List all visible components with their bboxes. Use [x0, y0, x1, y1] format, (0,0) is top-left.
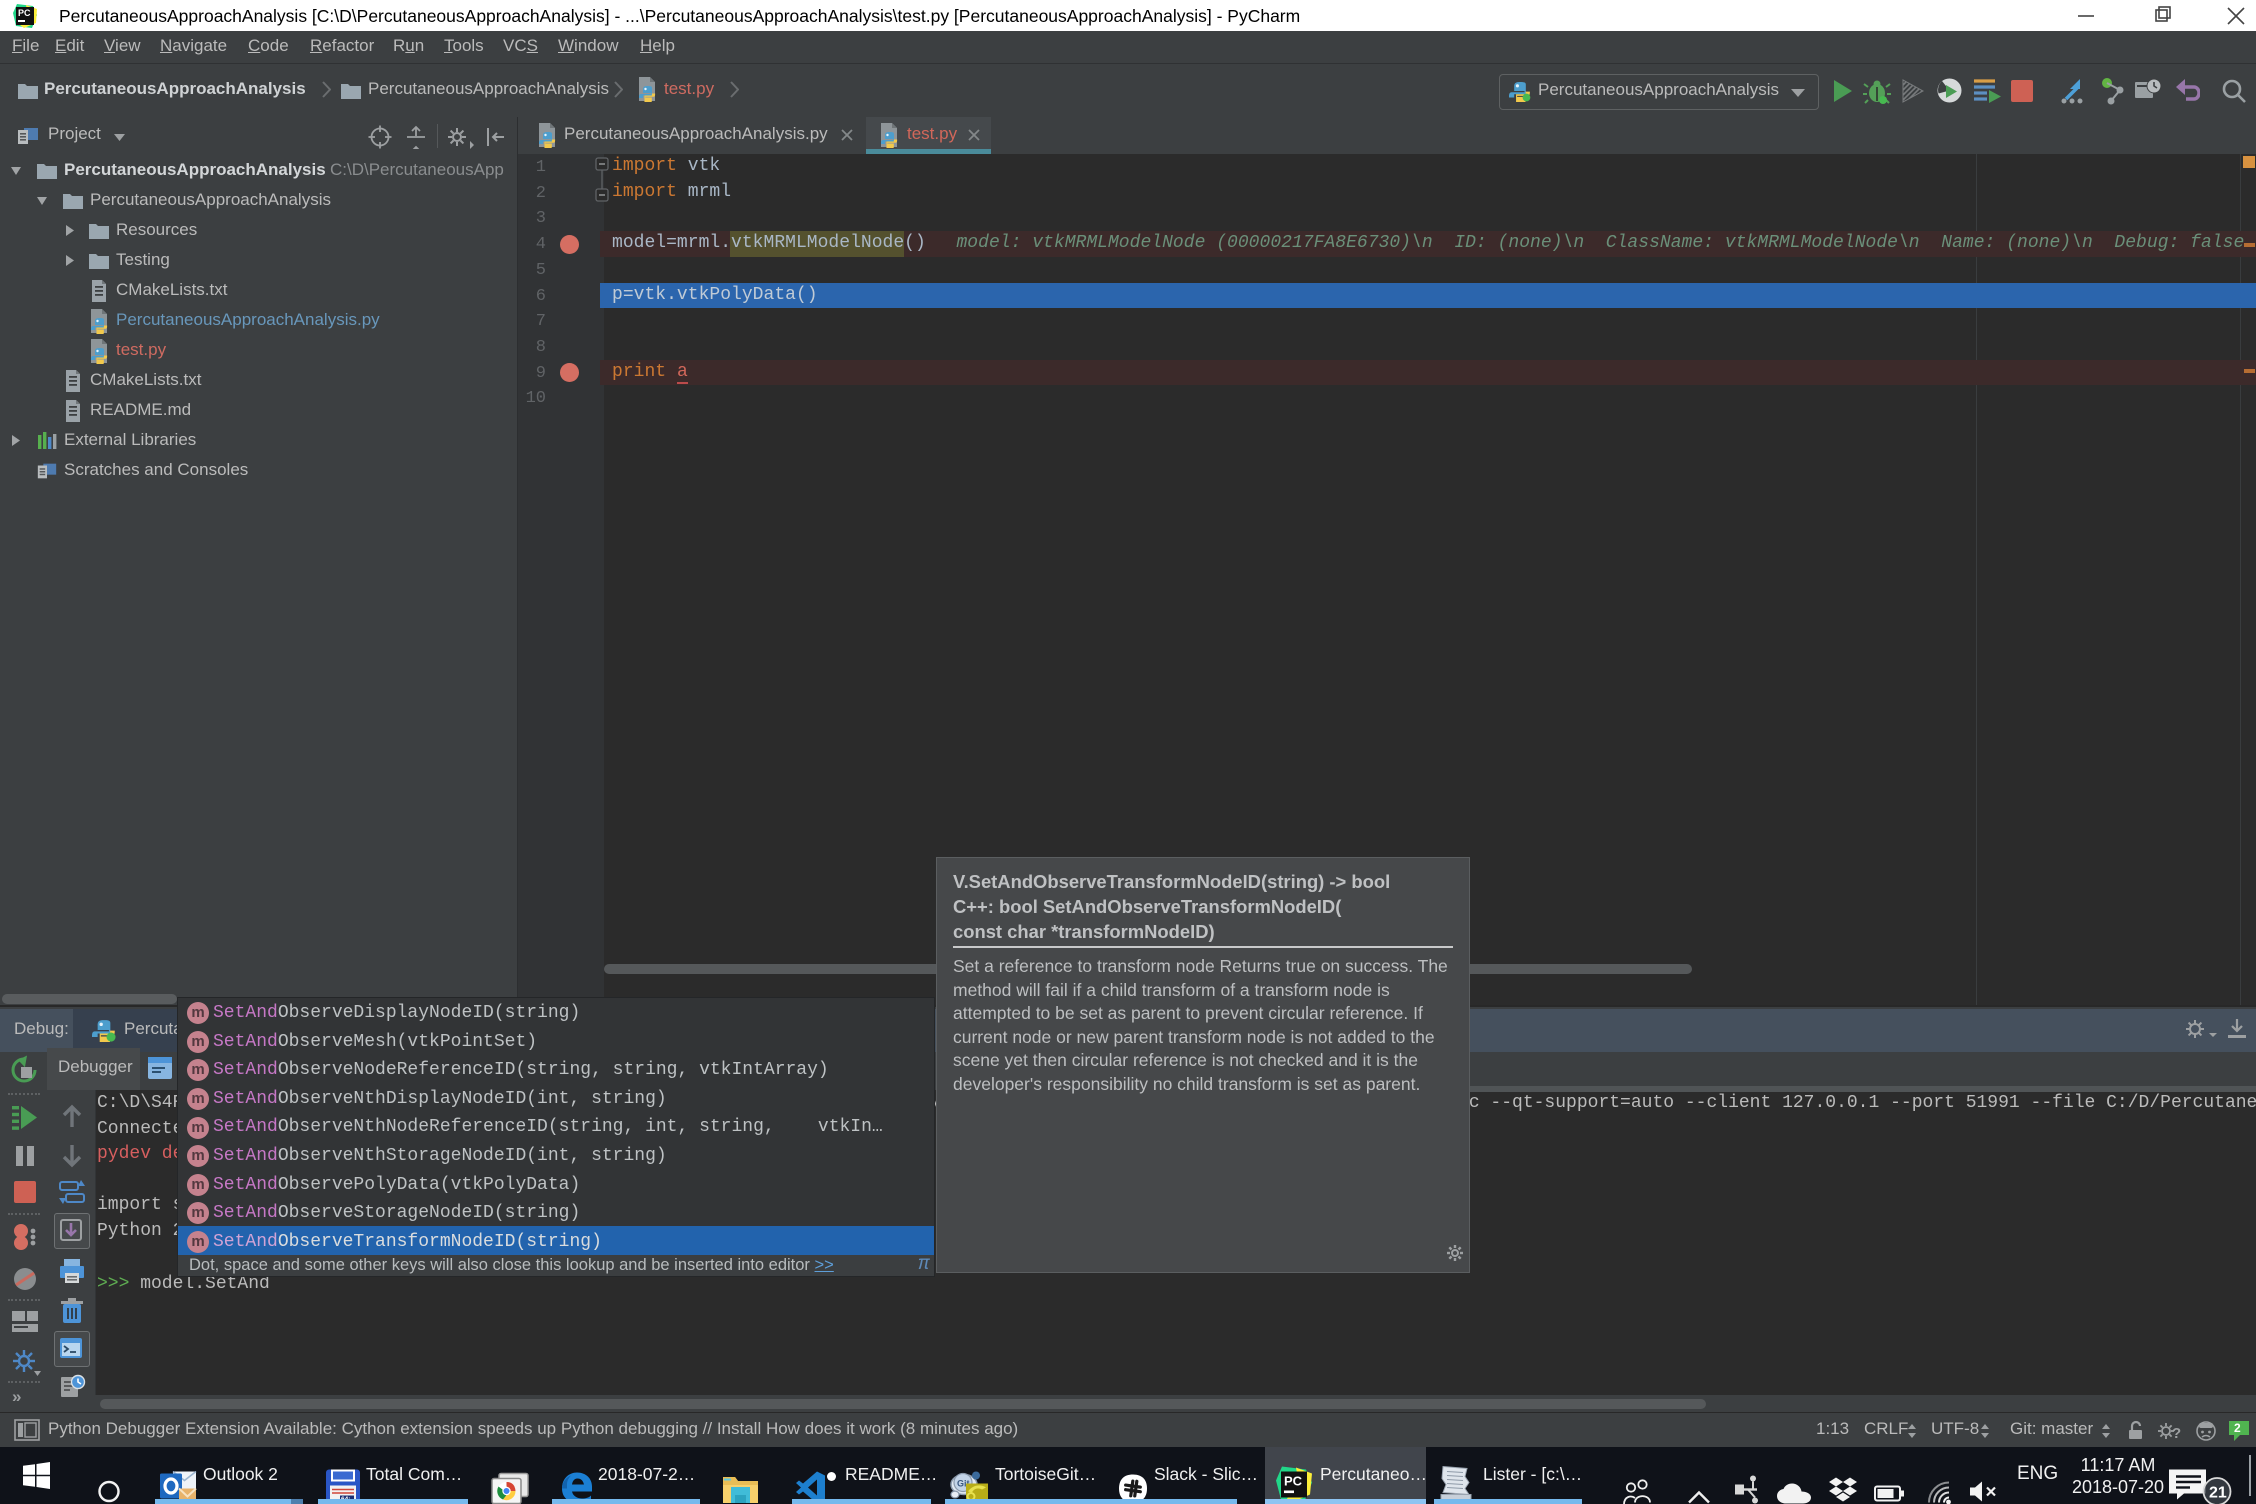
- svg-text:?: ?: [2172, 1425, 2181, 1442]
- svg-text:2: 2: [2234, 1421, 2241, 1435]
- svg-text:PC: PC: [18, 8, 31, 18]
- svg-text:PC: PC: [1284, 1474, 1303, 1489]
- svg-text:21: 21: [2209, 1485, 2227, 1502]
